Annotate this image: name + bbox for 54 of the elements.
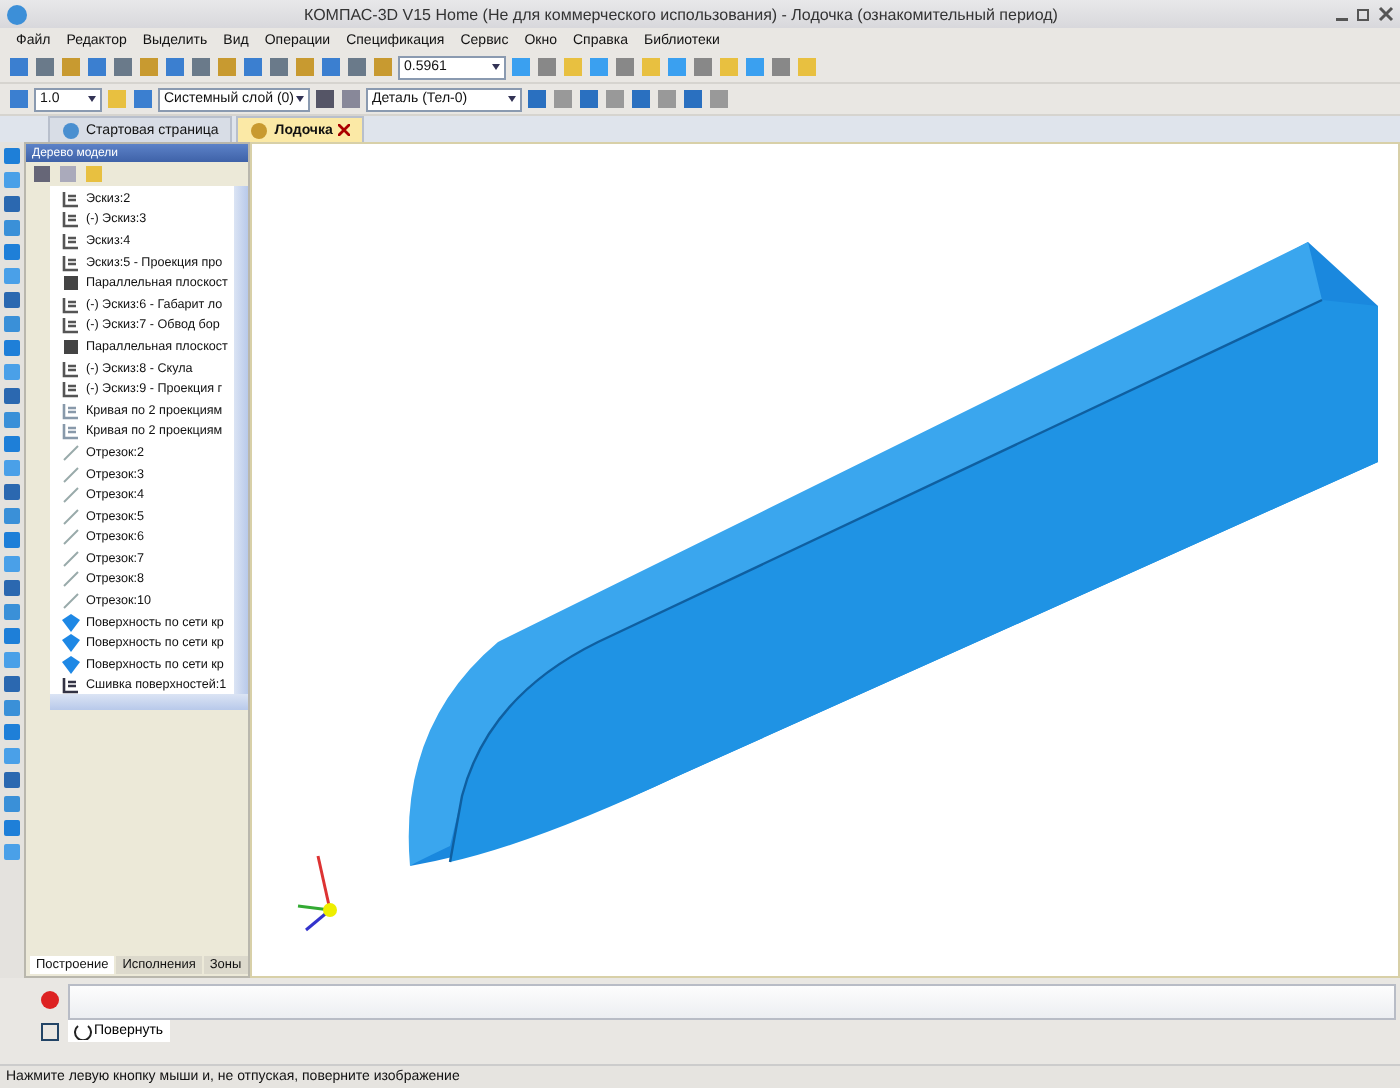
line-segment-icon bbox=[62, 528, 80, 547]
toolbar-icon[interactable] bbox=[692, 56, 714, 78]
sketch-icon bbox=[62, 359, 80, 378]
sketch-icon bbox=[62, 210, 80, 229]
toolbar-icon[interactable] bbox=[340, 88, 362, 110]
line-segment-icon bbox=[62, 570, 80, 589]
3d-viewport[interactable] bbox=[250, 142, 1400, 978]
close-icon[interactable] bbox=[338, 124, 351, 136]
toolbar-icon[interactable] bbox=[34, 56, 56, 78]
line-segment-icon bbox=[62, 486, 80, 505]
toolbar-icon[interactable] bbox=[8, 88, 30, 110]
toolbar-icon[interactable] bbox=[682, 88, 704, 110]
toolbar-icon[interactable] bbox=[320, 56, 342, 78]
plane-icon bbox=[62, 337, 80, 356]
sketch-icon bbox=[62, 189, 80, 208]
app-icon bbox=[6, 3, 28, 25]
toolbar-icon[interactable] bbox=[526, 88, 548, 110]
toolbar-icon[interactable] bbox=[578, 88, 600, 110]
toolbar-icon[interactable] bbox=[346, 56, 368, 78]
sketch-icon bbox=[62, 253, 80, 272]
toolbar-icon[interactable] bbox=[314, 88, 336, 110]
horizontal-scrollbar[interactable] bbox=[50, 694, 248, 710]
line-segment-icon bbox=[62, 465, 80, 484]
toolbar-icon[interactable] bbox=[242, 56, 264, 78]
axis-triad-drawing bbox=[297, 855, 337, 932]
sketch-icon bbox=[62, 422, 80, 441]
toolbar-icon[interactable] bbox=[770, 56, 792, 78]
window-title: КОМПАС-3D V15 Home (Не для коммерческого использования) - Лодочка (ознакомительный период) bbox=[302, 5, 1060, 23]
toolbar-icon[interactable] bbox=[164, 56, 186, 78]
sketch-icon bbox=[62, 401, 80, 420]
toolbar-icon[interactable] bbox=[86, 56, 108, 78]
rotate-icon bbox=[74, 1022, 92, 1040]
sketch-icon bbox=[62, 316, 80, 335]
restore-icon[interactable] bbox=[1356, 6, 1372, 22]
stop-icon[interactable] bbox=[40, 990, 60, 1010]
plane-icon bbox=[62, 274, 80, 293]
toolbar-icon[interactable] bbox=[190, 56, 212, 78]
line-segment-icon bbox=[62, 592, 80, 611]
line-segment-icon bbox=[62, 443, 80, 462]
close-icon[interactable] bbox=[1378, 6, 1394, 22]
sketch-icon bbox=[62, 295, 80, 314]
vertical-scrollbar[interactable] bbox=[234, 186, 248, 694]
line-segment-icon bbox=[62, 549, 80, 568]
toolbar-icon[interactable] bbox=[8, 56, 30, 78]
toolbar-icon[interactable] bbox=[630, 88, 652, 110]
sketch-icon bbox=[62, 676, 80, 694]
sketch-icon bbox=[62, 380, 80, 399]
toolbar-icon[interactable] bbox=[536, 56, 558, 78]
line-segment-icon bbox=[62, 507, 80, 526]
toolbar-icon[interactable] bbox=[112, 56, 134, 78]
toolbar-icon[interactable] bbox=[614, 56, 636, 78]
toolbar-icon[interactable] bbox=[132, 88, 154, 110]
toolbar-icon[interactable] bbox=[268, 56, 290, 78]
sketch-icon bbox=[62, 231, 80, 250]
